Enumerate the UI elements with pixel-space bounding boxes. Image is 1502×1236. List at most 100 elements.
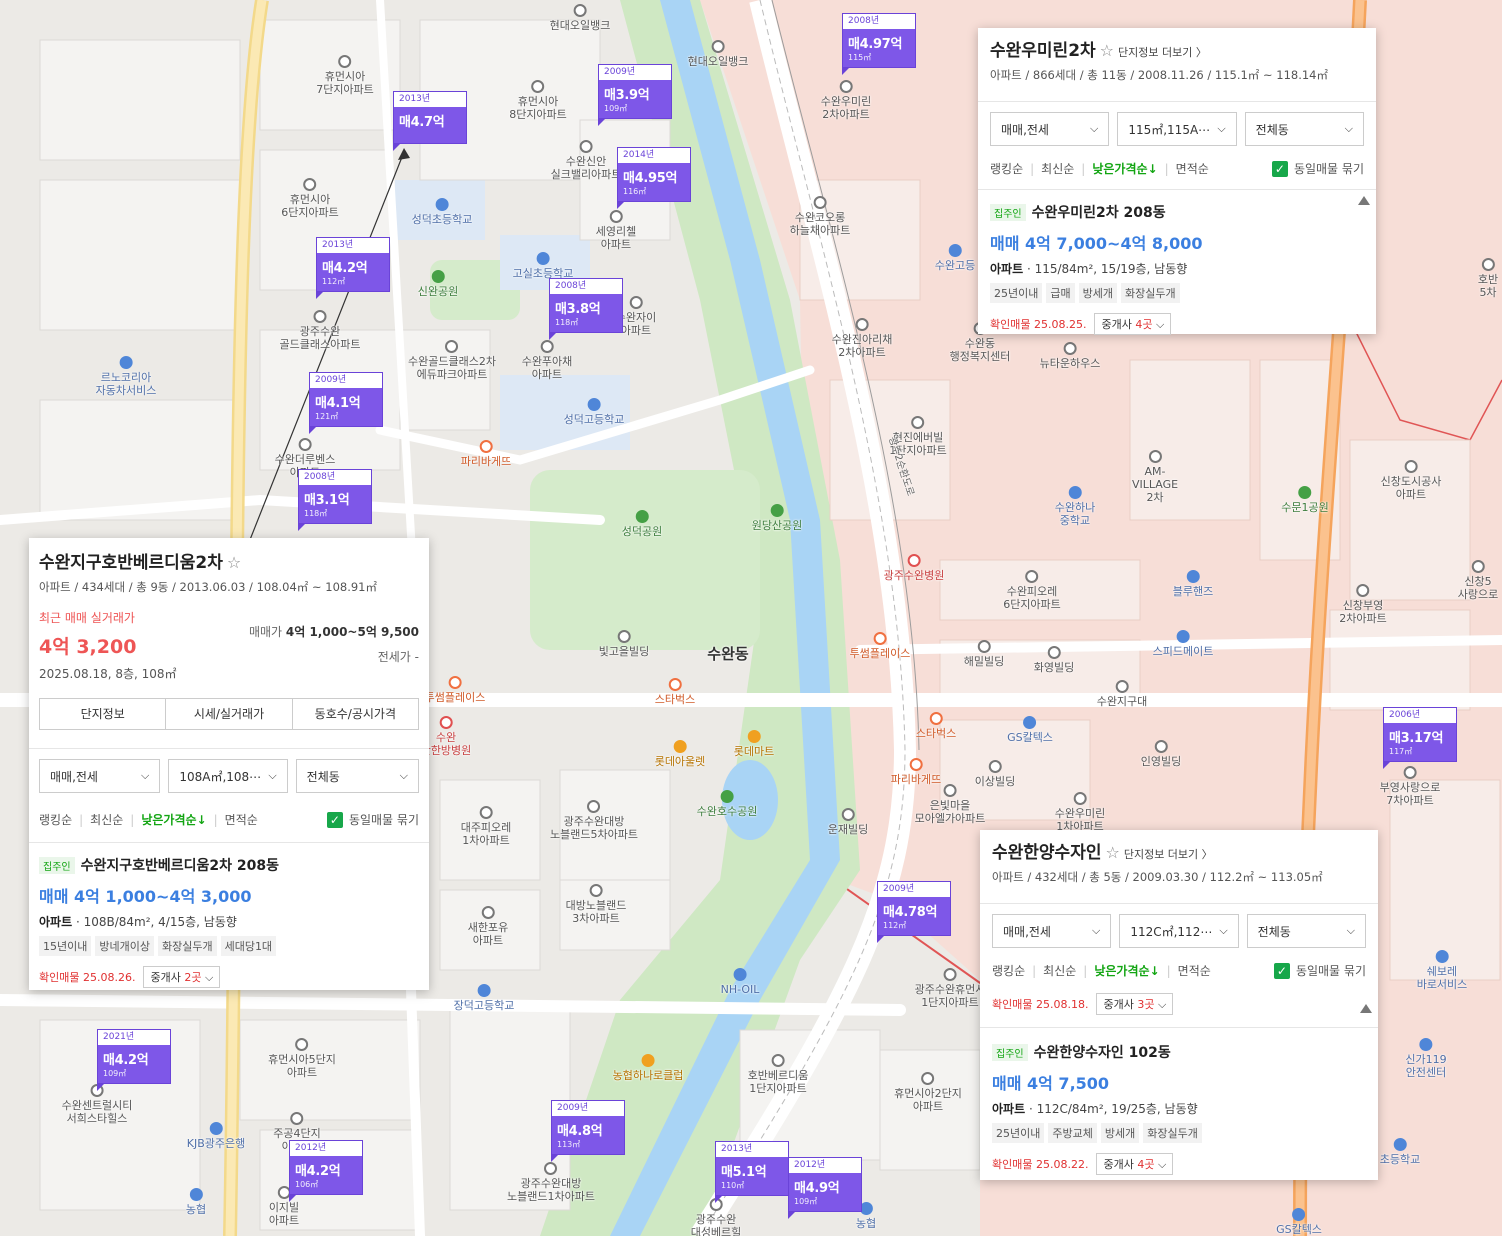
star-icon[interactable]: ☆: [227, 553, 241, 572]
price-marker[interactable]: 2013년 매4.2억 112㎡: [316, 237, 390, 299]
price-marker[interactable]: 2008년 매3.1억 118㎡: [298, 469, 372, 531]
sort-latest[interactable]: 최신순: [1043, 962, 1076, 979]
building-label[interactable]: 빛고을빌딩: [599, 630, 649, 658]
food-label[interactable]: 파리바게뜨: [891, 758, 941, 786]
food-label[interactable]: 투썸플레이스: [850, 632, 910, 660]
shop-label[interactable]: 농협하나로클럽: [613, 1054, 683, 1082]
price-marker[interactable]: 2013년 매5.1억 110㎡: [715, 1141, 789, 1203]
apartment-label[interactable]: 수완우미린 2차아파트: [821, 80, 871, 121]
apartment-label[interactable]: 수완골드클래스2차 에듀파크아파트: [408, 340, 496, 381]
listing-item[interactable]: 집주인 수완우미린2차 208동 매매 4억 7,000~4억 8,000 아파트…: [978, 189, 1376, 335]
school-label[interactable]: 성덕초등학교: [412, 198, 472, 226]
price-marker[interactable]: 2009년 매4.8억 113㎡: [551, 1100, 625, 1162]
apartment-label[interactable]: 휴먼시아 6단지아파트: [281, 178, 339, 219]
agent-dropdown[interactable]: 중개사 2곳 ⌵: [143, 966, 221, 988]
apartment-label[interactable]: 수완우미린 1차아파트: [1055, 792, 1105, 833]
food-label[interactable]: 스타벅스: [655, 678, 695, 706]
apartment-label[interactable]: 신창5 사랑으로: [1458, 560, 1498, 601]
park-label[interactable]: 원당산공원: [752, 504, 802, 532]
park-label[interactable]: 수문1공원: [1281, 486, 1329, 514]
building-label[interactable]: 화영빌딩: [1034, 646, 1074, 674]
service-label[interactable]: NH-OIL: [721, 968, 759, 996]
area-select[interactable]: 115㎡,115A⋯ ⌵: [1117, 112, 1237, 146]
listing-item[interactable]: 집주인 수완한양수자인 102동 매매 4억 7,500 아파트 · 112C/8…: [980, 1004, 1378, 1175]
scroll-up-icon[interactable]: [1360, 1004, 1372, 1013]
apartment-label[interactable]: 휴먼시아2단지 아파트: [894, 1072, 962, 1113]
price-marker[interactable]: 2008년 매3.8억 118㎡: [549, 278, 623, 340]
sort-low-price[interactable]: 낮은가격순↓: [1094, 962, 1159, 979]
apartment-label[interactable]: 수완푸아채 아파트: [522, 340, 572, 381]
apartment-label[interactable]: 수완진아리채 2차아파트: [832, 318, 892, 359]
price-marker[interactable]: 2012년 매4.9억 109㎡: [788, 1157, 862, 1219]
school-label[interactable]: 고실초등학교: [513, 252, 573, 280]
service-label[interactable]: 블루핸즈: [1173, 570, 1213, 598]
apartment-label[interactable]: 광주수완휴먼시 1단지아파트: [915, 968, 985, 1009]
shop-label[interactable]: 롯데마트: [734, 730, 774, 758]
price-marker[interactable]: 2009년 매4.1억 121㎡: [309, 372, 383, 434]
building-label[interactable]: 뉴타운하우스: [1040, 342, 1100, 370]
school-label[interactable]: 성덕고등학교: [564, 398, 624, 426]
service-label[interactable]: GS칼텍스: [1007, 716, 1053, 744]
price-marker[interactable]: 2008년 매4.97억 115㎡: [842, 13, 916, 75]
sort-latest[interactable]: 최신순: [90, 811, 123, 828]
apartment-label[interactable]: 신창부영 2차아파트: [1339, 584, 1387, 625]
group-same-listing[interactable]: ✓ 동일매물 묶기: [326, 811, 419, 828]
building-label[interactable]: 현대오일뱅크: [688, 40, 748, 68]
apartment-label[interactable]: 광주수완 골드클래스아파트: [280, 310, 360, 351]
building-select[interactable]: 전체동 ⌵: [1244, 112, 1364, 146]
apartment-label[interactable]: 휴먼시아5단지 아파트: [268, 1038, 336, 1079]
service-label[interactable]: 쉐보레 바로서비스: [1417, 950, 1467, 991]
sort-ranking[interactable]: 랭킹순: [990, 160, 1023, 177]
price-marker[interactable]: 2012년 매4.2억 106㎡: [289, 1140, 363, 1202]
apartment-label[interactable]: 광주수완대방 노블랜드1차아파트: [507, 1162, 595, 1203]
building-label[interactable]: 운재빌딩: [828, 808, 868, 836]
park-label[interactable]: 성덕공원: [622, 510, 662, 538]
park-label[interactable]: 신완공원: [418, 270, 458, 298]
sort-low-price[interactable]: 낮은가격순↓: [1092, 160, 1157, 177]
price-marker[interactable]: 2021년 매4.2억 109㎡: [97, 1029, 171, 1091]
sort-area[interactable]: 면적순: [225, 811, 258, 828]
agent-dropdown[interactable]: 중개사 3곳 ⌵: [1096, 993, 1174, 1015]
tab-price-history[interactable]: 시세/실거래가: [166, 699, 293, 729]
price-marker[interactable]: 2006년 매3.17억 117㎡: [1383, 707, 1457, 769]
tab-complex-info[interactable]: 단지정보: [40, 699, 167, 729]
apartment-label[interactable]: 세영리첼 아파트: [596, 210, 636, 251]
area-select[interactable]: 112C㎡,112⋯ ⌵: [1119, 914, 1239, 948]
school-label[interactable]: 초등학교: [1380, 1138, 1420, 1166]
service-label[interactable]: 신가119 안전센터: [1405, 1038, 1447, 1079]
area-select[interactable]: 108A㎡,108⋯ ⌵: [168, 759, 288, 793]
agent-dropdown[interactable]: 중개사 4곳 ⌵: [1094, 313, 1172, 335]
sort-ranking[interactable]: 랭킹순: [39, 811, 72, 828]
service-label[interactable]: GS칼텍스: [1276, 1208, 1322, 1236]
apartment-label[interactable]: 수완신안 실크밸리아파트: [551, 140, 621, 181]
price-marker[interactable]: 2009년 매3.9억 109㎡: [598, 64, 672, 126]
building-select[interactable]: 전체동 ⌵: [1246, 914, 1366, 948]
food-label[interactable]: 파리바게뜨: [461, 440, 511, 468]
apartment-label[interactable]: 새한포유 아파트: [468, 906, 508, 947]
group-same-listing[interactable]: ✓ 동일매물 묶기: [1273, 962, 1366, 979]
apartment-label[interactable]: 휴먼시아 8단지아파트: [509, 80, 567, 121]
apartment-label[interactable]: 수완피오레 6단지아파트: [1003, 570, 1061, 611]
service-label[interactable]: 스피드메이트: [1153, 630, 1213, 658]
apartment-label[interactable]: 부영사랑으로 7차아파트: [1380, 766, 1440, 807]
star-icon[interactable]: ☆: [1105, 843, 1119, 862]
apartment-label[interactable]: 수완코오롱 하늘채아파트: [790, 196, 850, 237]
apartment-label[interactable]: 호반 5차: [1478, 258, 1498, 299]
building-label[interactable]: 수완지구대: [1097, 680, 1147, 708]
service-label[interactable]: 르노코리아 자동차서비스: [96, 356, 156, 397]
building-select[interactable]: 전체동 ⌵: [295, 759, 419, 793]
sort-area[interactable]: 면적순: [1176, 160, 1209, 177]
apartment-label[interactable]: 은빛마을 모아엘가아파트: [915, 784, 985, 825]
trade-type-select[interactable]: 매매,전세 ⌵: [39, 759, 161, 793]
sort-latest[interactable]: 최신순: [1041, 160, 1074, 177]
star-icon[interactable]: ☆: [1100, 41, 1114, 60]
sort-ranking[interactable]: 랭킹순: [992, 962, 1025, 979]
food-label[interactable]: 투썸플레이스: [425, 676, 485, 704]
school-label[interactable]: 장덕고등학교: [454, 984, 514, 1012]
scroll-up-icon[interactable]: [1358, 196, 1370, 205]
trade-type-select[interactable]: 매매,전세 ⌵: [992, 914, 1112, 948]
building-label[interactable]: 해밀빌딩: [964, 640, 1004, 668]
service-label[interactable]: KJB광주은행: [187, 1122, 245, 1150]
apartment-label[interactable]: 호반베르디움 1단지아파트: [748, 1054, 808, 1095]
apartment-label[interactable]: 신창도시공사 아파트: [1381, 460, 1441, 501]
